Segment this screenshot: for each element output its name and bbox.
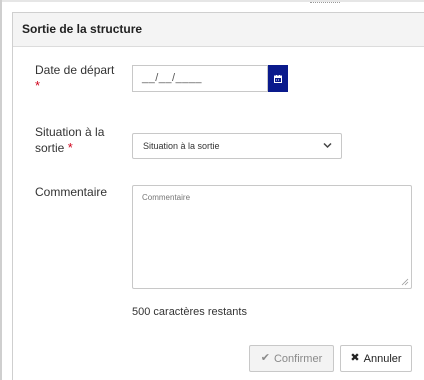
date-required-mark: *: [35, 78, 41, 93]
situation-required-mark: *: [67, 140, 73, 155]
top-border: [0, 0, 424, 2]
modal-header: Sortie de la structure: [13, 13, 424, 47]
comment-placeholder: Commentaire: [142, 193, 191, 202]
confirm-button[interactable]: ✔ Confirmer: [249, 345, 334, 372]
left-border: [0, 0, 2, 380]
date-label-text: Date de départ: [35, 63, 115, 77]
situation-select-value: Situation à la sortie: [143, 141, 220, 151]
date-input[interactable]: __/__/____: [132, 65, 268, 92]
date-label: Date de départ *: [35, 63, 114, 94]
resize-grip-icon[interactable]: [401, 278, 409, 286]
cancel-button-label: Annuler: [363, 352, 402, 365]
modal-title: Sortie de la structure: [22, 22, 143, 36]
exit-structure-modal: Sortie de la structure Date de départ * …: [12, 12, 424, 380]
comment-textarea[interactable]: Commentaire: [132, 185, 412, 289]
situation-label: Situation à la sortie *: [35, 125, 104, 156]
check-icon: ✔: [260, 352, 270, 364]
situation-label-line1: Situation à la: [35, 125, 105, 139]
confirm-button-label: Confirmer: [273, 352, 323, 365]
calendar-icon: [274, 75, 282, 83]
page: Sortie de la structure Date de départ * …: [0, 0, 424, 380]
comment-label: Commentaire: [35, 185, 108, 199]
date-input-value: __/__/____: [142, 72, 203, 84]
cancel-button[interactable]: ✖ Annuler: [340, 345, 412, 372]
chevron-down-icon: [323, 142, 332, 149]
situation-select[interactable]: Situation à la sortie: [132, 133, 342, 159]
calendar-button[interactable]: [268, 65, 288, 92]
close-icon: ✖: [350, 352, 360, 364]
remaining-characters: 500 caractères restants: [132, 306, 247, 318]
top-dotted-mark: [310, 2, 340, 6]
situation-label-line2: sortie: [35, 141, 65, 155]
